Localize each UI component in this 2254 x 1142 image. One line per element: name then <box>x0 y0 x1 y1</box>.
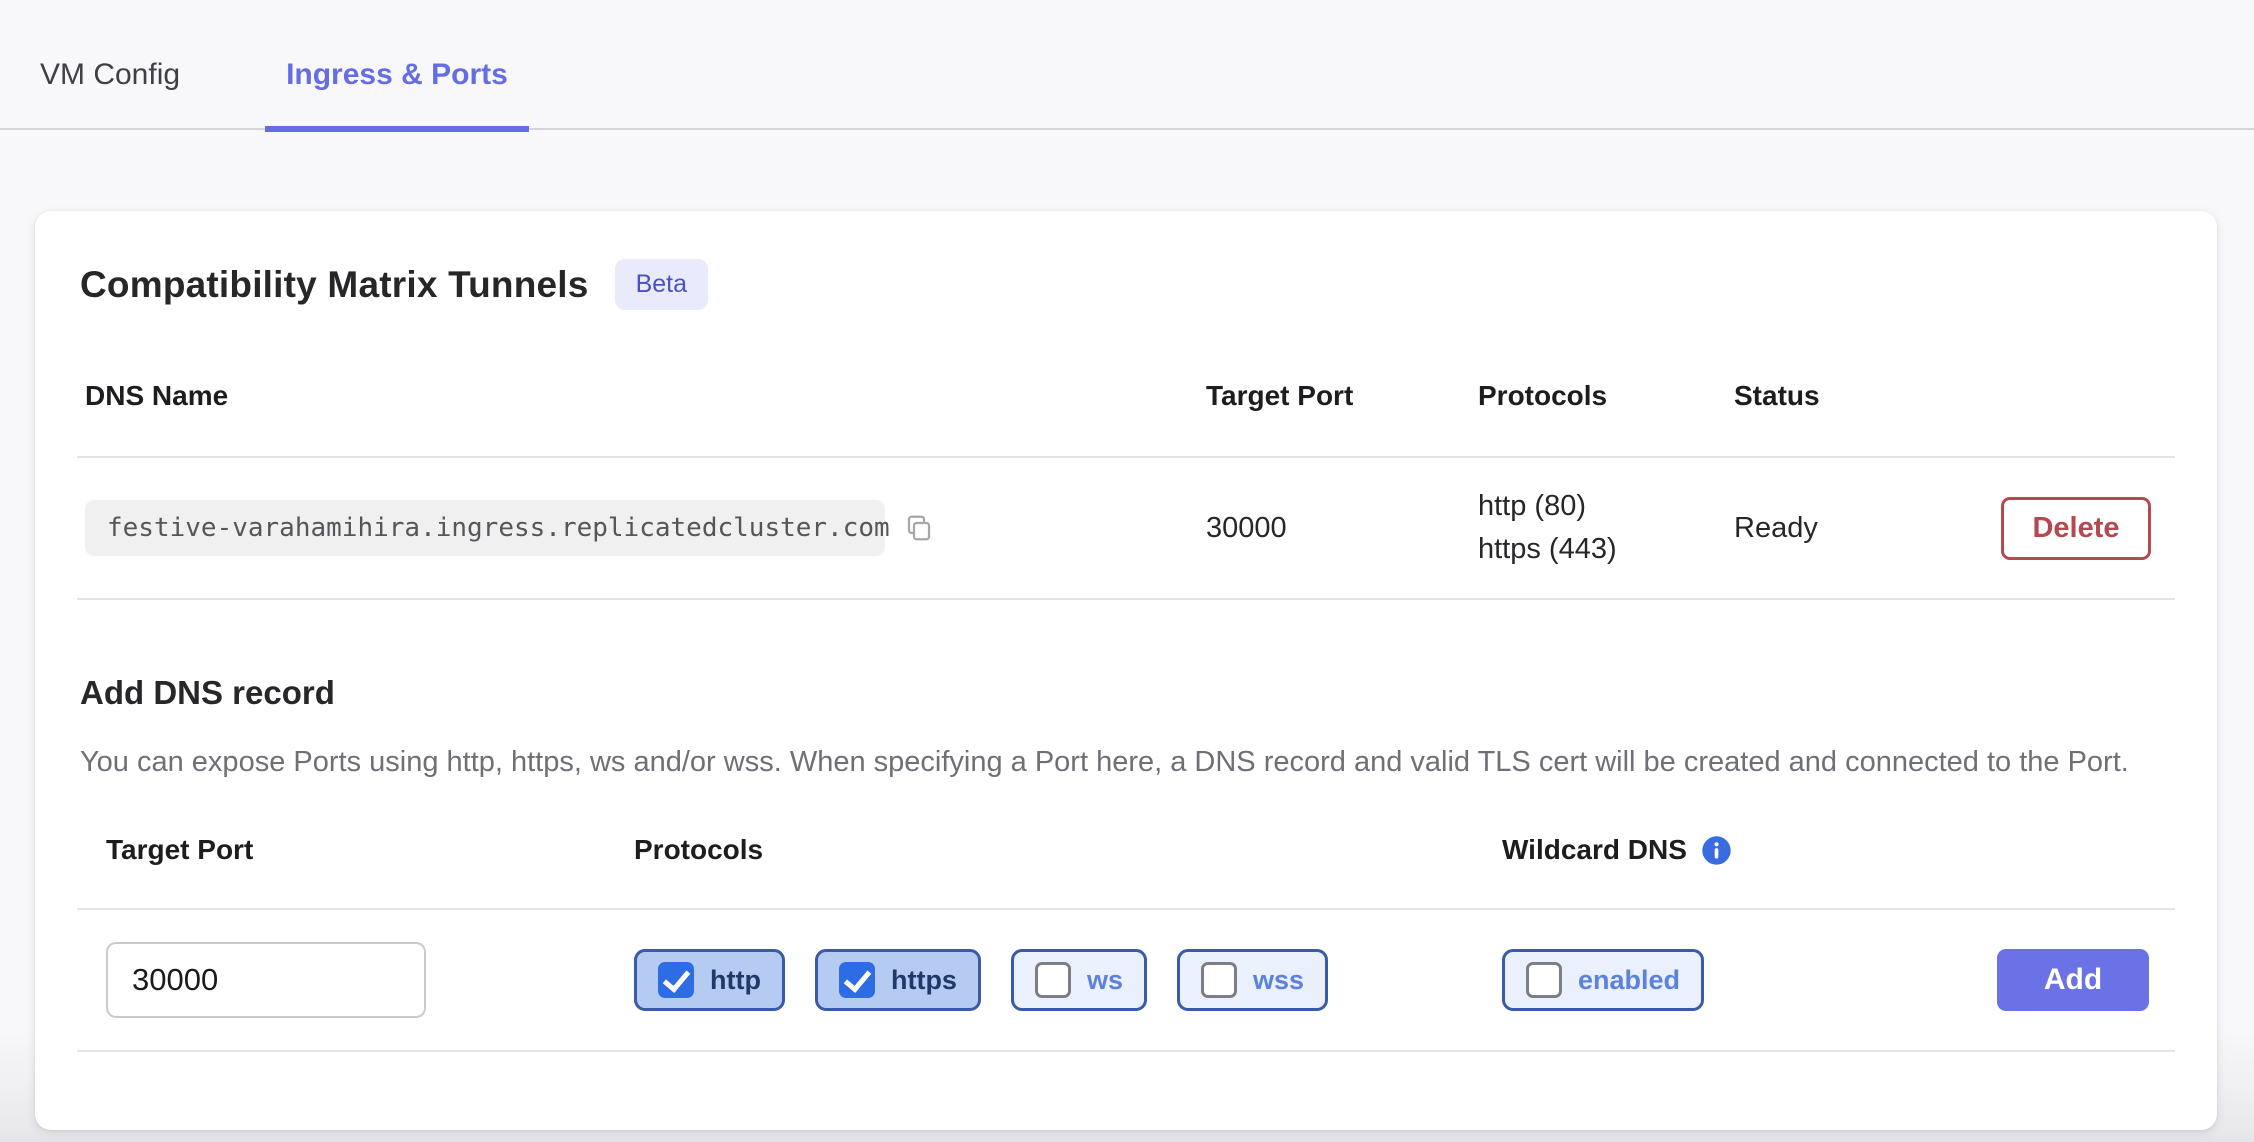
card-bottom-divider <box>77 1050 2175 1090</box>
protocol-chip-ws[interactable]: ws <box>1011 949 1147 1011</box>
tab-bar: VM Config Ingress & Ports <box>0 0 2254 130</box>
add-dns-form-labels: Target Port Protocols Wildcard DNS <box>77 834 2175 910</box>
info-icon[interactable] <box>1701 835 1732 866</box>
add-dns-description: You can expose Ports using http, https, … <box>80 742 2155 782</box>
checkbox-unchecked-icon[interactable] <box>1526 962 1562 998</box>
status-cell: Ready <box>1734 512 2001 545</box>
label-wildcard-dns-text: Wildcard DNS <box>1502 834 1687 866</box>
dns-name-cell: festive-varahamihira.ingress.replicatedc… <box>85 500 1206 556</box>
column-header-protocols: Protocols <box>1478 380 1734 412</box>
label-wildcard-dns: Wildcard DNS <box>1502 834 1996 866</box>
protocols-cell: http (80) https (443) <box>1478 490 1734 566</box>
column-header-dns-name: DNS Name <box>85 380 1206 412</box>
dns-name-value: festive-varahamihira.ingress.replicatedc… <box>107 513 890 543</box>
dns-name-pill: festive-varahamihira.ingress.replicatedc… <box>85 500 885 556</box>
delete-button[interactable]: Delete <box>2001 497 2151 560</box>
add-dns-form-row: http https ws wss enabled Add <box>77 942 2175 1018</box>
protocol-chip-http[interactable]: http <box>634 949 785 1011</box>
column-header-status: Status <box>1734 380 2001 412</box>
tunnels-table: DNS Name Target Port Protocols Status fe… <box>77 366 2175 600</box>
protocol-line: https (443) <box>1478 533 1734 566</box>
table-header-row: DNS Name Target Port Protocols Status <box>77 366 2175 458</box>
target-port-input[interactable] <box>106 942 426 1018</box>
checkbox-unchecked-icon[interactable] <box>1035 962 1071 998</box>
wildcard-chip-label: enabled <box>1578 965 1680 996</box>
page-title: Compatibility Matrix Tunnels <box>80 264 589 306</box>
protocol-chip-wss[interactable]: wss <box>1177 949 1328 1011</box>
tunnels-card: Compatibility Matrix Tunnels Beta DNS Na… <box>35 211 2217 1130</box>
checkbox-checked-icon[interactable] <box>839 962 875 998</box>
add-button[interactable]: Add <box>1997 949 2149 1011</box>
protocol-chip-label: http <box>710 965 761 996</box>
wildcard-enabled-chip[interactable]: enabled <box>1502 949 1704 1011</box>
checkbox-checked-icon[interactable] <box>658 962 694 998</box>
wildcard-dns-field-wrap: enabled <box>1502 949 1996 1011</box>
protocol-chip-label: wss <box>1253 965 1304 996</box>
label-target-port: Target Port <box>106 834 634 866</box>
protocol-chip-label: ws <box>1087 965 1123 996</box>
column-header-target-port: Target Port <box>1206 380 1478 412</box>
target-port-field-wrap <box>106 942 634 1018</box>
table-row: festive-varahamihira.ingress.replicatedc… <box>77 458 2175 600</box>
target-port-cell: 30000 <box>1206 512 1478 545</box>
beta-badge: Beta <box>615 259 708 310</box>
add-dns-title: Add DNS record <box>80 674 2175 712</box>
add-dns-section: Add DNS record You can expose Ports usin… <box>77 674 2175 782</box>
tab-ingress-ports[interactable]: Ingress & Ports <box>265 58 529 132</box>
card-title-row: Compatibility Matrix Tunnels Beta <box>77 259 2175 310</box>
checkbox-unchecked-icon[interactable] <box>1201 962 1237 998</box>
tab-vm-config[interactable]: VM Config <box>40 58 201 132</box>
copy-icon[interactable] <box>904 513 934 543</box>
protocol-chip-https[interactable]: https <box>815 949 981 1011</box>
protocol-chip-label: https <box>891 965 957 996</box>
label-protocols: Protocols <box>634 834 1502 866</box>
protocol-line: http (80) <box>1478 490 1734 523</box>
protocol-chips: http https ws wss <box>634 949 1502 1011</box>
